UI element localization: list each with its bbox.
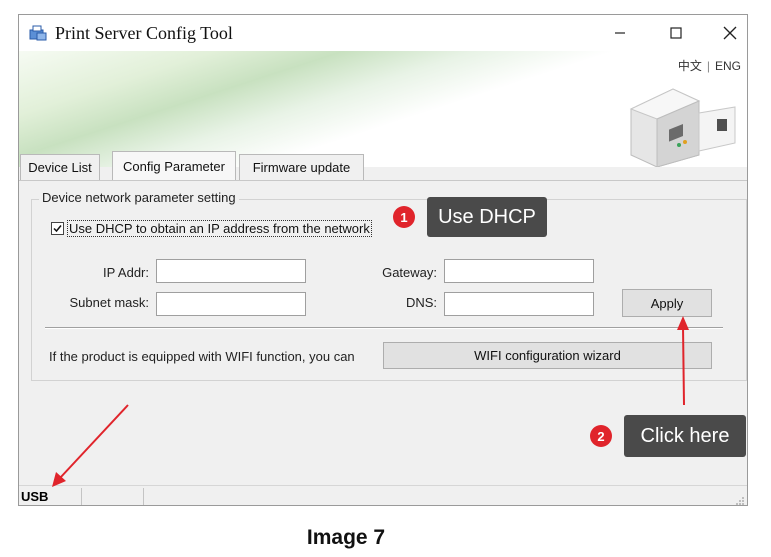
status-separator	[81, 488, 82, 505]
subnet-mask-label: Subnet mask:	[69, 295, 150, 310]
tab-firmware-update[interactable]: Firmware update	[239, 154, 364, 180]
tab-device-list[interactable]: Device List	[20, 154, 100, 180]
subnet-mask-input[interactable]	[156, 292, 306, 316]
image-caption: Image 7	[306, 526, 386, 549]
callout-2-badge: 2	[590, 425, 612, 447]
status-separator	[143, 488, 144, 505]
tab-divider	[19, 180, 747, 181]
maximize-icon	[670, 27, 682, 39]
dns-label: DNS:	[405, 295, 437, 310]
ip-addr-label: IP Addr:	[102, 265, 149, 280]
resize-grip-icon[interactable]	[735, 496, 745, 506]
minimize-icon	[615, 32, 625, 34]
wifi-description: If the product is equipped with WIFI fun…	[49, 349, 355, 364]
apply-button[interactable]: Apply	[622, 289, 712, 317]
tab-strip: Device List Config Parameter Firmware up…	[19, 151, 747, 181]
minimize-button[interactable]	[597, 15, 643, 51]
gateway-label: Gateway:	[382, 265, 437, 280]
header-banner: 中文 | ENG	[19, 51, 747, 167]
status-bar: USB	[19, 485, 747, 506]
connection-status: USB	[21, 489, 49, 504]
checkbox-box[interactable]	[51, 222, 64, 235]
close-icon	[723, 26, 737, 40]
window-title: Print Server Config Tool	[55, 23, 233, 43]
group-legend: Device network parameter setting	[39, 190, 239, 205]
callout-use-dhcp: Use DHCP	[427, 197, 547, 237]
dhcp-checkbox[interactable]: Use DHCP to obtain an IP address from th…	[51, 220, 372, 237]
tab-config-parameter[interactable]: Config Parameter	[112, 151, 236, 181]
checkmark-icon	[53, 225, 62, 233]
close-button[interactable]	[707, 15, 747, 51]
dns-input[interactable]	[444, 292, 594, 316]
section-divider-highlight	[45, 328, 723, 329]
callout-1-badge: 1	[393, 206, 415, 228]
maximize-button[interactable]	[653, 15, 699, 51]
callout-click-here: Click here	[624, 415, 746, 457]
title-bar: Print Server Config Tool	[19, 15, 747, 51]
wifi-wizard-button[interactable]: WIFI configuration wizard	[383, 342, 712, 369]
gateway-input[interactable]	[444, 259, 594, 283]
ip-addr-input[interactable]	[156, 259, 306, 283]
dhcp-label[interactable]: Use DHCP to obtain an IP address from th…	[67, 220, 372, 237]
printer-app-icon	[29, 25, 47, 41]
